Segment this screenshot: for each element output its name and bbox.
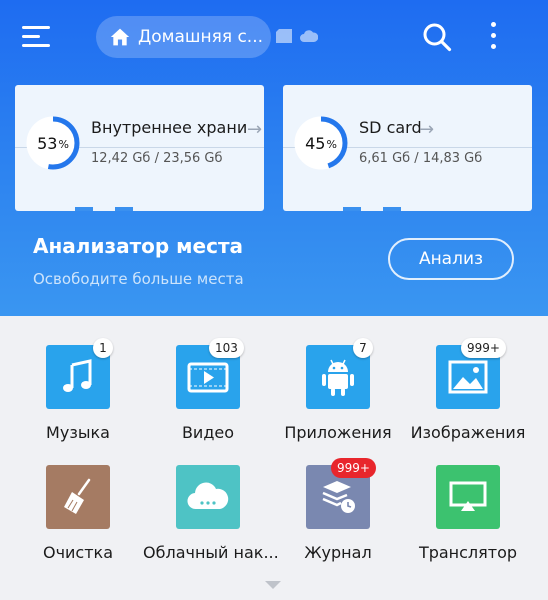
count-badge: 1 (93, 338, 113, 358)
storage-size: 6,61 Gб / 14,83 Gб (359, 151, 483, 166)
cloud-tile-icon (176, 465, 240, 529)
card-notch (115, 207, 133, 211)
count-badge: 103 (209, 338, 244, 358)
percent-sign: % (58, 138, 69, 151)
tile-cleaner[interactable]: Очистка (13, 465, 143, 575)
history-icon (322, 481, 355, 513)
tile-label: Видео (181, 423, 235, 442)
storage-name: SD card (359, 118, 422, 137)
tile-cloud[interactable]: Облачный нак... (143, 465, 279, 575)
menu-icon-line (22, 44, 50, 47)
tile-label: Облачный нак... (143, 543, 279, 562)
dot (491, 22, 496, 27)
cleaner-tile-icon (46, 465, 110, 529)
music-icon (63, 359, 92, 392)
path-label: Домашняя с... (138, 27, 263, 47)
path-breadcrumb[interactable]: Домашняя с... (96, 16, 271, 58)
android-icon (322, 359, 354, 396)
tile-label: Музыка (46, 423, 110, 442)
storage-size: 12,42 Gб / 23,56 Gб (91, 151, 223, 166)
card-notch (383, 207, 401, 211)
dot (491, 33, 496, 38)
percent-sign: % (326, 138, 337, 151)
menu-icon-line (22, 35, 40, 38)
internal-storage-card[interactable]: 53% Внутреннее храни → 12,42 Gб / 23,56 … (15, 85, 264, 211)
dot (491, 44, 496, 49)
tile-label: Очистка (42, 543, 114, 562)
menu-icon-line (22, 26, 50, 29)
tile-music[interactable]: 1 Музыка (13, 338, 143, 455)
video-icon (187, 362, 229, 393)
tile-label: Приложения (284, 423, 392, 442)
arrow-right-icon: → (247, 119, 263, 140)
tile-label: Изображения (410, 423, 526, 442)
percent-value: 45 (305, 133, 326, 153)
home-icon (110, 28, 130, 46)
cloud-storage-icon (187, 482, 229, 510)
cast-tile-icon (436, 465, 500, 529)
usage-percent: 45% (293, 115, 349, 171)
tile-label: Журнал (304, 543, 372, 562)
sd-card-storage-card[interactable]: 45% SD card → 6,61 Gб / 14,83 Gб (283, 85, 532, 211)
tile-cast[interactable]: Транслятор (403, 465, 533, 575)
count-badge: 999+ (461, 338, 506, 358)
card-notch (343, 207, 361, 211)
chevron-down-icon[interactable] (263, 580, 283, 590)
broom-icon (64, 478, 91, 514)
usage-ring: 53% (25, 115, 81, 171)
cast-icon (449, 481, 487, 511)
image-icon (448, 360, 488, 394)
card-notch (75, 207, 93, 211)
arrow-right-icon: → (419, 119, 435, 140)
more-vertical-icon[interactable] (486, 22, 502, 52)
analyzer-subtitle: Освободите больше места (33, 270, 244, 288)
tile-images[interactable]: 999+ Изображения (403, 338, 533, 455)
analyze-button[interactable]: Анализ (388, 238, 514, 280)
analyzer-title: Анализатор места (33, 234, 244, 258)
percent-value: 53 (37, 133, 58, 153)
count-badge: 999+ (331, 458, 376, 478)
tile-history[interactable]: 999+ Журнал (273, 458, 403, 575)
storage-header: Домашняя с... 53% Внутреннее храни → 12,… (0, 0, 548, 316)
storage-name: Внутреннее храни (91, 118, 248, 137)
menu-button[interactable] (22, 26, 50, 48)
search-icon[interactable] (422, 22, 452, 52)
count-badge: 7 (353, 338, 373, 358)
tile-label: Транслятор (418, 543, 518, 562)
usage-percent: 53% (25, 115, 81, 171)
sd-card-icon[interactable] (276, 29, 292, 43)
tile-video[interactable]: 103 Видео (143, 338, 273, 455)
cloud-icon[interactable] (300, 29, 318, 42)
tile-apps[interactable]: 7 Приложения (273, 338, 403, 455)
usage-ring: 45% (293, 115, 349, 171)
